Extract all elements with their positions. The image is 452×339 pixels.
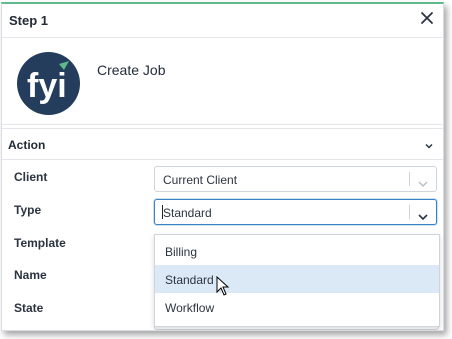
client-select[interactable]: Current Client: [154, 166, 437, 192]
option-billing[interactable]: Billing: [155, 237, 439, 265]
type-dropdown-menu: Billing Standard Workflow: [154, 234, 440, 327]
fyi-logo: fyi: [17, 52, 80, 115]
job-summary: fyi Create Job: [2, 38, 443, 125]
separator: [409, 172, 410, 186]
option-workflow[interactable]: Workflow: [155, 293, 439, 321]
type-select[interactable]: Standard: [154, 199, 437, 225]
separator: [409, 205, 410, 219]
name-label: Name: [14, 268, 47, 282]
option-standard[interactable]: Standard: [155, 265, 439, 293]
dialog-header: Step 1: [2, 4, 443, 38]
option-label: Workflow: [165, 301, 215, 315]
chevron-down-icon[interactable]: [418, 175, 428, 187]
type-label: Type: [14, 203, 42, 217]
close-icon[interactable]: [419, 10, 435, 26]
state-label: State: [14, 301, 44, 315]
option-label: Standard: [165, 273, 214, 287]
section-label: Action: [8, 138, 46, 152]
chevron-down-icon[interactable]: [418, 208, 428, 221]
chevron-down-icon[interactable]: [425, 137, 433, 149]
template-label: Template: [14, 236, 66, 250]
type-value: Standard: [163, 206, 212, 220]
logo-text: fyi: [27, 67, 67, 105]
client-label: Client: [14, 170, 48, 184]
dialog-title: Step 1: [9, 13, 49, 28]
client-value: Current Client: [163, 173, 238, 187]
job-name: Create Job: [97, 62, 166, 78]
option-label: Billing: [165, 245, 198, 259]
mouse-pointer-icon: [216, 275, 230, 296]
action-section-header[interactable]: Action: [2, 128, 443, 160]
